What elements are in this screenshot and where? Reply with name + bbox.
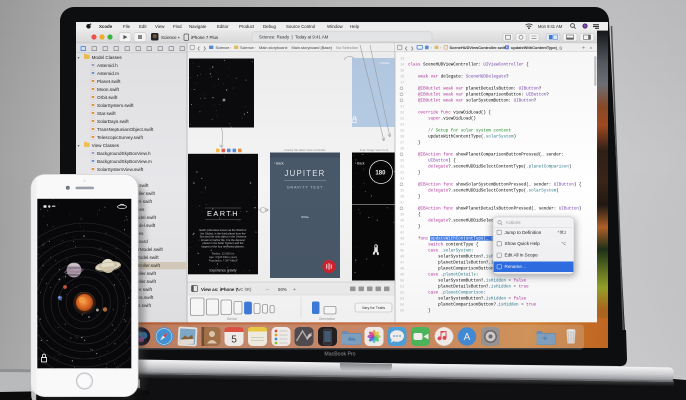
- svg-text:MacBook Pro: MacBook Pro: [324, 352, 355, 358]
